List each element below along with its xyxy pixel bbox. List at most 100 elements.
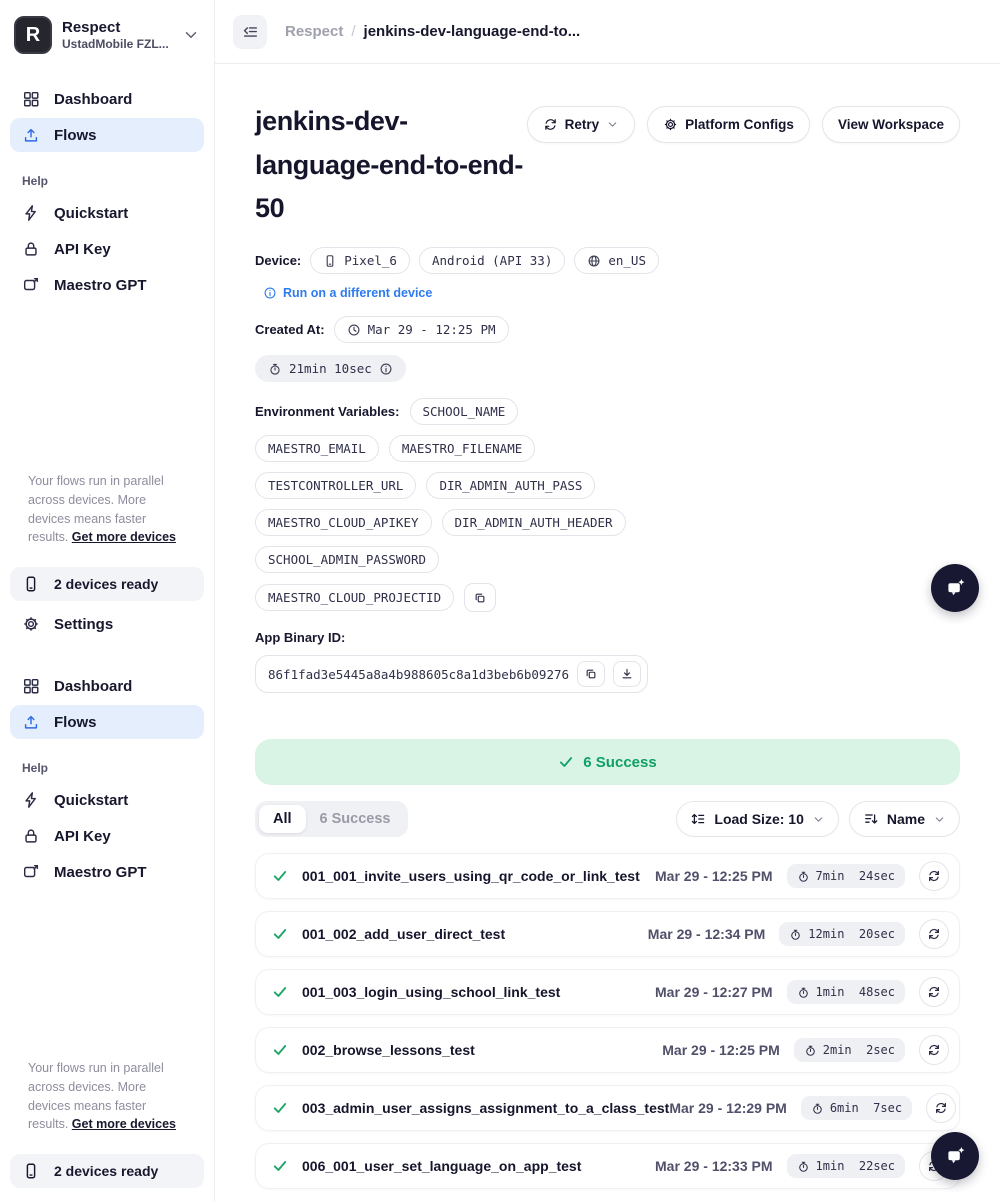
env-var-chip: SCHOOL_NAME <box>410 398 519 425</box>
view-workspace-button[interactable]: View Workspace <box>822 106 960 143</box>
chat-bubble-sparkle-icon <box>943 576 967 600</box>
sidebar-item-maestro-gpt[interactable]: Maestro GPT <box>10 268 204 302</box>
test-name: 001_001_invite_users_using_qr_code_or_li… <box>302 868 640 884</box>
env-label: Environment Variables: <box>255 404 400 419</box>
sidebar-item-dashboard[interactable]: Dashboard <box>10 82 204 116</box>
test-duration: 1min 22sec <box>816 1159 895 1173</box>
sort-dropdown[interactable]: Name <box>849 801 960 837</box>
sidebar-item-settings[interactable]: Settings <box>10 1194 204 1201</box>
devices-ready-label: 2 devices ready <box>54 1163 158 1179</box>
tab-success[interactable]: 6 Success <box>306 805 405 833</box>
device-model-chip: Pixel_6 <box>310 247 410 274</box>
chat-assistant-button[interactable] <box>931 1132 979 1180</box>
content-area: Respect / jenkins-dev-language-end-to...… <box>215 0 1000 1201</box>
env-var: MAESTRO_CLOUD_APIKEY <box>268 515 419 530</box>
env-var-chip: DIR_ADMIN_AUTH_HEADER <box>442 509 626 536</box>
info-icon[interactable] <box>379 362 393 376</box>
sidebar-item-label: Dashboard <box>54 91 132 108</box>
retry-test-button[interactable] <box>919 977 949 1007</box>
load-size-label: Load Size: 10 <box>714 811 803 827</box>
total-duration-value: 21min 10sec <box>289 361 372 376</box>
refresh-icon <box>927 869 941 883</box>
stopwatch-icon <box>268 362 282 376</box>
sidebar-item-api-key[interactable]: API Key <box>10 232 204 266</box>
load-size-dropdown[interactable]: Load Size: 10 <box>676 801 838 837</box>
test-row[interactable]: 002_browse_lessons_test Mar 29 - 12:25 P… <box>255 1027 960 1073</box>
app-binary-id: 86f1fad3e5445a8a4b988605c8a1d3beb6b09276 <box>268 667 569 682</box>
workspace-logo: R <box>14 16 52 54</box>
test-name: 001_002_add_user_direct_test <box>302 926 505 942</box>
sidebar-item-flows[interactable]: Flows <box>10 118 204 152</box>
retry-test-button[interactable] <box>926 1093 956 1123</box>
phone-icon <box>22 575 40 593</box>
device-os-chip: Android (API 33) <box>419 247 565 274</box>
refresh-icon <box>543 117 558 132</box>
sidebar-item-quickstart[interactable]: Quickstart <box>10 196 204 230</box>
test-row[interactable]: 001_002_add_user_direct_test Mar 29 - 12… <box>255 911 960 957</box>
copy-binary-id-button[interactable] <box>577 661 605 687</box>
retry-test-button[interactable] <box>919 919 949 949</box>
test-duration: 7min 24sec <box>816 869 895 883</box>
sidebar-item-settings[interactable]: Settings <box>10 607 204 641</box>
retry-button[interactable]: Retry <box>527 106 636 143</box>
platform-configs-button[interactable]: Platform Configs <box>647 106 810 143</box>
sort-icon <box>863 811 879 827</box>
test-row[interactable]: 003_admin_user_assigns_assignment_to_a_c… <box>255 1085 960 1131</box>
env-var-chip: DIR_ADMIN_AUTH_PASS <box>426 472 595 499</box>
check-icon <box>558 754 574 770</box>
run-on-different-device-link[interactable]: Run on a different device <box>263 286 960 300</box>
devices-ready-pill[interactable]: 2 devices ready <box>10 567 204 601</box>
env-var: TESTCONTROLLER_URL <box>268 478 403 493</box>
success-banner: 6 Success <box>255 739 960 785</box>
total-duration-chip: 21min 10sec <box>255 355 406 382</box>
copy-env-vars-button[interactable] <box>464 583 496 612</box>
phone-icon <box>22 1162 40 1180</box>
test-duration-badge: 12min 20sec <box>779 922 905 946</box>
sidebar-item-dashboard[interactable]: Dashboard <box>10 669 204 703</box>
tab-all[interactable]: All <box>259 805 306 833</box>
test-name: 001_003_login_using_school_link_test <box>302 984 560 1000</box>
topbar: Respect / jenkins-dev-language-end-to... <box>215 0 1000 64</box>
run-link-label: Run on a different device <box>283 286 432 300</box>
test-time: Mar 29 - 12:25 PM <box>655 868 773 884</box>
env-var-chip: MAESTRO_FILENAME <box>389 435 535 462</box>
env-var-chip: MAESTRO_EMAIL <box>255 435 379 462</box>
sidebar-item-label: API Key <box>54 828 111 845</box>
app-binary-field: 86f1fad3e5445a8a4b988605c8a1d3beb6b09276 <box>255 655 648 693</box>
download-binary-button[interactable] <box>613 661 641 687</box>
stopwatch-icon <box>797 870 810 883</box>
env-var: MAESTRO_CLOUD_PROJECTID <box>268 590 441 605</box>
test-duration-badge: 1min 48sec <box>787 980 905 1004</box>
sidebar-item-api-key[interactable]: API Key <box>10 819 204 853</box>
get-more-devices-link[interactable]: Get more devices <box>72 1117 176 1131</box>
devices-ready-pill[interactable]: 2 devices ready <box>10 1154 204 1188</box>
success-check-icon <box>272 984 288 1000</box>
env-var-chip: MAESTRO_CLOUD_APIKEY <box>255 509 432 536</box>
device-os: Android (API 33) <box>432 253 552 268</box>
sidebar-item-label: Settings <box>54 616 113 633</box>
created-at-chip: Mar 29 - 12:25 PM <box>334 316 509 343</box>
help-section-heading: Help <box>22 174 192 188</box>
stopwatch-icon <box>789 928 802 941</box>
sidebar-item-label: Flows <box>54 127 97 144</box>
test-duration-badge: 6min 7sec <box>801 1096 912 1120</box>
retry-test-button[interactable] <box>919 1035 949 1065</box>
collapse-sidebar-button[interactable] <box>233 15 267 49</box>
breadcrumb-root[interactable]: Respect <box>285 23 343 40</box>
run-detail-main: jenkins-dev-language-end-to-end-50 Retry… <box>215 64 1000 1201</box>
get-more-devices-link[interactable]: Get more devices <box>72 530 176 544</box>
sidebar-item-flows[interactable]: Flows <box>10 705 204 739</box>
workspace-switcher[interactable]: R Respect UstadMobile FZL... <box>10 16 204 54</box>
test-row[interactable]: 001_003_login_using_school_link_test Mar… <box>255 969 960 1015</box>
test-row[interactable]: 006_001_user_set_language_on_app_test Ma… <box>255 1143 960 1189</box>
lightning-icon <box>22 791 40 809</box>
chat-assistant-button[interactable] <box>931 564 979 612</box>
sidebar-item-maestro-gpt[interactable]: Maestro GPT <box>10 855 204 889</box>
retry-test-button[interactable] <box>919 861 949 891</box>
sidebar-item-quickstart[interactable]: Quickstart <box>10 783 204 817</box>
chevron-down-icon <box>812 813 825 826</box>
test-row[interactable]: 001_001_invite_users_using_qr_code_or_li… <box>255 853 960 899</box>
chat-cursor-icon <box>22 863 40 881</box>
stopwatch-icon <box>797 986 810 999</box>
run-actions: Retry Platform Configs View Workspace <box>527 106 960 143</box>
